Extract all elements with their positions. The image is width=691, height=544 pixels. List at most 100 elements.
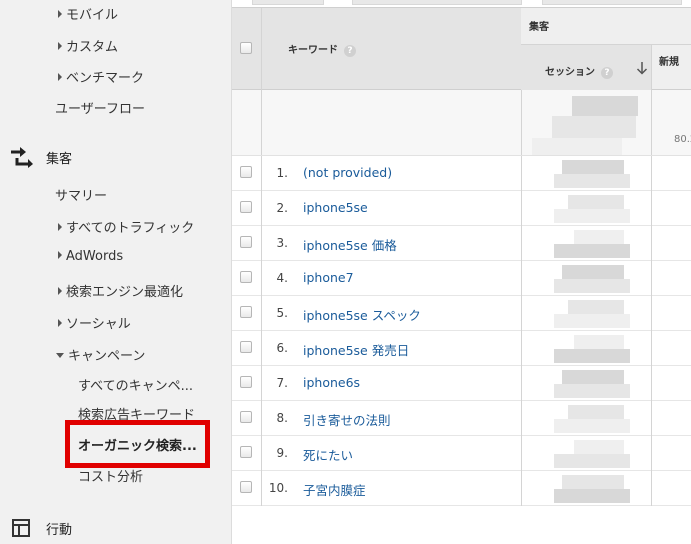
column-divider: [521, 366, 522, 401]
toolbar-tab[interactable]: [352, 0, 522, 5]
sidebar-item-label: モバイル: [66, 8, 119, 23]
table-row: 6. iphone5se 発売日: [232, 331, 691, 366]
column-divider: [651, 366, 652, 401]
sidebar-item-campaigns[interactable]: キャンペーン: [56, 345, 145, 364]
column-divider: [651, 226, 652, 261]
sidebar-item-all-campaigns[interactable]: すべてのキャンペ...: [78, 375, 193, 394]
row-number: 7.: [276, 376, 288, 390]
sidebar-item-label: 検索エンジン最適化: [66, 285, 184, 300]
redacted-value: [532, 138, 622, 155]
toolbar-tab[interactable]: [542, 0, 682, 5]
sidebar-item-organic-keywords[interactable]: オーガニック検索...: [78, 435, 197, 454]
triangle-right-icon: [58, 10, 62, 18]
new-users-column-header[interactable]: 新規: [659, 53, 679, 68]
keyword-link[interactable]: 死にたい: [303, 445, 353, 464]
column-divider: [521, 331, 522, 366]
redacted-value: [554, 174, 630, 188]
sidebar-item-adwords[interactable]: AdWords: [58, 249, 123, 264]
redacted-value: [568, 405, 624, 419]
column-divider: [651, 331, 652, 366]
select-all-checkbox[interactable]: [240, 42, 252, 54]
column-divider: [521, 471, 522, 506]
table-row: 3. iphone5se 価格: [232, 226, 691, 261]
sidebar-item-summary[interactable]: サマリー: [55, 185, 107, 204]
row-number: 8.: [276, 411, 288, 425]
sidebar-item-label: AdWords: [66, 249, 124, 264]
sessions-column-header[interactable]: セッション?: [545, 63, 613, 79]
sidebar-item-label: すべてのトラフィック: [66, 221, 195, 236]
summary-new-users-value: 80.2: [674, 134, 691, 145]
triangle-right-icon: [58, 42, 62, 50]
sidebar-item-label: ユーザーフロー: [55, 102, 145, 117]
column-divider: [521, 401, 522, 436]
triangle-right-icon: [58, 287, 62, 295]
sidebar-item-all-traffic[interactable]: すべてのトラフィック: [58, 217, 194, 236]
sidebar: モバイル カスタム ベンチマーク ユーザーフロー 集客 サマリー すべてのトラフ…: [0, 0, 232, 544]
sidebar-item-user-flow[interactable]: ユーザーフロー: [55, 98, 145, 117]
column-divider: [651, 436, 652, 471]
keyword-link[interactable]: 引き寄せの法則: [303, 410, 391, 429]
sidebar-item-label: コスト分析: [78, 470, 144, 485]
sidebar-section-acquisition[interactable]: 集客: [46, 148, 72, 167]
column-divider: [261, 8, 262, 90]
redacted-value: [562, 265, 624, 279]
redacted-value: [554, 244, 630, 258]
redacted-value: [574, 230, 624, 244]
sidebar-item-cost-analysis[interactable]: コスト分析: [78, 466, 143, 485]
toolbar-strip: [232, 0, 691, 7]
arrows-exchange-icon: [11, 147, 33, 168]
redacted-value: [554, 419, 630, 433]
redacted-value: [554, 454, 630, 468]
help-icon[interactable]: ?: [344, 45, 356, 57]
redacted-value: [562, 160, 624, 174]
sidebar-item-benchmark[interactable]: ベンチマーク: [58, 67, 144, 86]
triangle-right-icon: [58, 223, 62, 231]
column-divider: [651, 471, 652, 506]
keyword-link[interactable]: iphone5se: [303, 200, 368, 215]
layout-window-icon: [12, 519, 30, 537]
table-row: 7. iphone6s: [232, 366, 691, 401]
redacted-value: [554, 489, 630, 503]
table-row: 10. 子宮内膜症: [232, 471, 691, 506]
column-divider: [521, 226, 522, 261]
keyword-column-header[interactable]: キーワード?: [288, 41, 356, 57]
row-number: 5.: [276, 306, 288, 320]
row-number: 2.: [276, 201, 288, 215]
sort-arrow-down-icon[interactable]: [636, 61, 648, 75]
table-row: 5. iphone5se スペック: [232, 296, 691, 331]
keyword-link[interactable]: iphone6s: [303, 375, 360, 390]
redacted-value: [554, 209, 630, 223]
sidebar-item-social[interactable]: ソーシャル: [58, 313, 131, 332]
sidebar-section-behavior[interactable]: 行動: [46, 519, 72, 538]
column-divider: [521, 296, 522, 331]
sidebar-item-label: ベンチマーク: [66, 71, 145, 86]
redacted-value: [554, 349, 630, 363]
sidebar-item-label: すべてのキャンペ...: [78, 379, 193, 394]
sidebar-item-label: カスタム: [66, 40, 119, 55]
keyword-link[interactable]: iphone7: [303, 270, 354, 285]
sidebar-item-label: ソーシャル: [66, 317, 131, 332]
column-divider: [651, 156, 652, 191]
toolbar-tab[interactable]: [252, 0, 324, 5]
help-icon[interactable]: ?: [601, 67, 613, 79]
redacted-value: [554, 384, 630, 398]
sidebar-item-mobile[interactable]: モバイル: [58, 4, 118, 23]
sidebar-item-label: 行動: [46, 523, 73, 538]
sidebar-item-label: キャンペーン: [68, 349, 146, 364]
redacted-value: [572, 96, 638, 116]
column-divider: [651, 401, 652, 436]
keyword-link[interactable]: iphone5se 発売日: [303, 340, 409, 359]
keyword-link[interactable]: (not provided): [303, 165, 392, 180]
column-divider: [521, 90, 522, 155]
triangle-right-icon: [58, 73, 62, 81]
table-header-metrics-area: 集客 セッション? 新規: [521, 7, 691, 90]
row-number: 10.: [268, 481, 288, 495]
column-divider: [651, 90, 652, 155]
keyword-link[interactable]: iphone5se 価格: [303, 235, 397, 254]
keyword-header-label: キーワード: [288, 45, 338, 56]
sidebar-item-custom[interactable]: カスタム: [58, 36, 118, 55]
keyword-link[interactable]: iphone5se スペック: [303, 305, 421, 324]
keyword-link[interactable]: 子宮内膜症: [303, 480, 366, 499]
sidebar-item-seo[interactable]: 検索エンジン最適化: [58, 281, 183, 300]
column-divider: [651, 45, 652, 90]
